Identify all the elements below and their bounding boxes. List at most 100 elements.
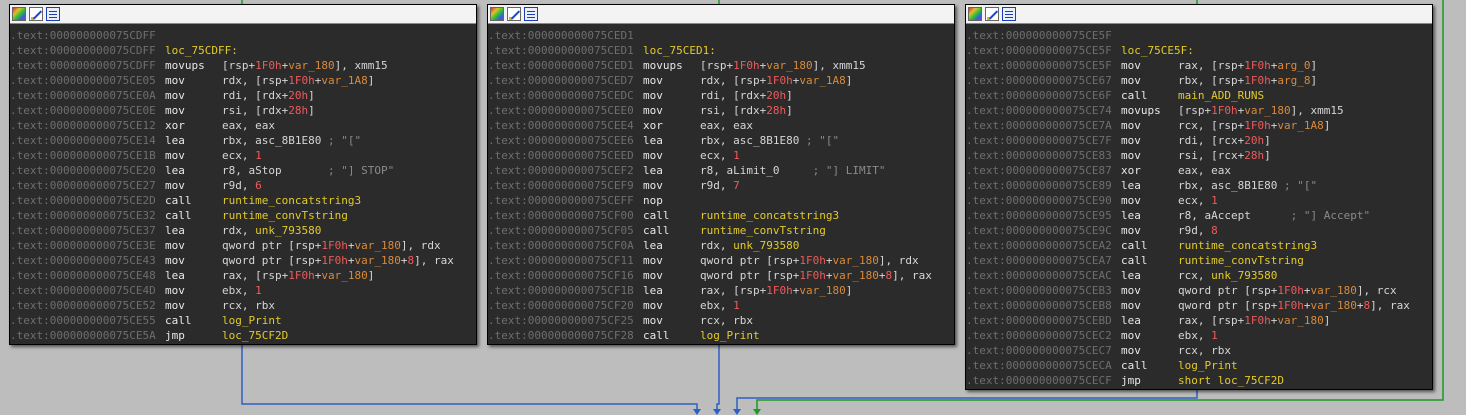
- operand-token[interactable]: var_180: [354, 239, 400, 252]
- code-line[interactable]: .text:000000000075CEF9 mov r9d, 7: [488, 178, 954, 193]
- code-line[interactable]: .text:000000000075CEC7 mov rcx, rbx: [966, 343, 1432, 358]
- operand-token[interactable]: var_1A8: [1277, 119, 1323, 132]
- code-line[interactable]: .text:000000000075CED1: [488, 28, 954, 43]
- code-line[interactable]: .text:000000000075CE32 call runtime_convTs…: [10, 208, 476, 223]
- operand-token[interactable]: var_180: [1310, 284, 1356, 297]
- code-line[interactable]: .text:000000000075CE89 lea rbx, asc_8B1E80…: [966, 178, 1432, 193]
- code-line[interactable]: .text:000000000075CF05 call runtime_convTs…: [488, 223, 954, 238]
- code-line[interactable]: .text:000000000075CE67 mov rbx, [rsp+1F0h+…: [966, 73, 1432, 88]
- code-line[interactable]: .text:000000000075CF16 mov qword ptr [rsp+…: [488, 268, 954, 283]
- code-line[interactable]: .text:000000000075CDFF: [10, 28, 476, 43]
- color-palette-icon[interactable]: [968, 7, 982, 21]
- color-palette-icon[interactable]: [490, 7, 504, 21]
- code-line[interactable]: .text:000000000075CED1 movups [rsp+1F0h+va…: [488, 58, 954, 73]
- code-line[interactable]: .text:000000000075CE12 xor eax, eax: [10, 118, 476, 133]
- code-line[interactable]: .text:000000000075CEB8 mov qword ptr [rsp+…: [966, 298, 1432, 313]
- location-label[interactable]: loc_75CE5F:: [1121, 44, 1194, 57]
- code-line[interactable]: .text:000000000075CEDC mov rdi, [rdx+20h]: [488, 88, 954, 103]
- symbol-reference[interactable]: loc_75CF2D: [222, 329, 288, 342]
- code-line[interactable]: .text:000000000075CECA call log_Print: [966, 358, 1432, 373]
- code-line[interactable]: .text:000000000075CEE0 mov rsi, [rdx+28h]: [488, 103, 954, 118]
- operand-token[interactable]: var_180: [832, 269, 878, 282]
- code-line[interactable]: .text:000000000075CE5A jmp loc_75CF2D: [10, 328, 476, 343]
- operand-token[interactable]: var_180: [1310, 299, 1356, 312]
- symbol-reference[interactable]: runtime_concatstring3: [222, 194, 361, 207]
- symbol-reference[interactable]: runtime_convTstring: [700, 224, 826, 237]
- symbol-reference[interactable]: runtime_convTstring: [1178, 254, 1304, 267]
- code-line[interactable]: .text:000000000075CE1B mov ecx, 1: [10, 148, 476, 163]
- symbol-reference[interactable]: unk_793580: [1211, 269, 1277, 282]
- operand-token[interactable]: var_180: [288, 59, 334, 72]
- code-line[interactable]: .text:000000000075CF28 call log_Print: [488, 328, 954, 343]
- code-line[interactable]: .text:000000000075CE74 movups [rsp+1F0h+va…: [966, 103, 1432, 118]
- code-line[interactable]: .text:000000000075CE14 lea rbx, asc_8B1E80…: [10, 133, 476, 148]
- code-line[interactable]: .text:000000000075CE3E mov qword ptr [rsp+…: [10, 238, 476, 253]
- code-line[interactable]: .text:000000000075CE95 lea r8, aAccept ; "…: [966, 208, 1432, 223]
- code-line[interactable]: .text:000000000075CE37 lea rdx, unk_793580: [10, 223, 476, 238]
- operand-token[interactable]: var_180: [354, 254, 400, 267]
- edit-pencil-icon[interactable]: [985, 7, 999, 21]
- code-line[interactable]: .text:000000000075CE6F call main_ADD_RUNS: [966, 88, 1432, 103]
- code-line[interactable]: .text:000000000075CE48 lea rax, [rsp+1F0h+…: [10, 268, 476, 283]
- symbol-reference[interactable]: unk_793580: [733, 239, 799, 252]
- code-line[interactable]: .text:000000000075CEBD lea rax, [rsp+1F0h+…: [966, 313, 1432, 328]
- operand-token[interactable]: var_180: [799, 284, 845, 297]
- code-line[interactable]: .text:000000000075CF25 mov rcx, rbx: [488, 313, 954, 328]
- code-line[interactable]: .text:000000000075CEE4 xor eax, eax: [488, 118, 954, 133]
- code-line[interactable]: .text:000000000075CDFF movups [rsp+1F0h+va…: [10, 58, 476, 73]
- code-line[interactable]: .text:000000000075CE7F mov rdi, [rcx+20h]: [966, 133, 1432, 148]
- operand-token[interactable]: var_180: [766, 59, 812, 72]
- code-line[interactable]: .text:000000000075CE83 mov rsi, [rcx+28h]: [966, 148, 1432, 163]
- code-label-line[interactable]: .text:000000000075CDFF loc_75CDFF:: [10, 43, 476, 58]
- graph-view-icon[interactable]: [524, 7, 538, 21]
- code-line[interactable]: .text:000000000075CEE6 lea rbx, asc_8B1E80…: [488, 133, 954, 148]
- operand-token[interactable]: var_180: [321, 269, 367, 282]
- code-line[interactable]: .text:000000000075CEF2 lea r8, aLimit_0 ; …: [488, 163, 954, 178]
- operand-token[interactable]: arg_0: [1277, 59, 1310, 72]
- code-line[interactable]: .text:000000000075CE87 xor eax, eax: [966, 163, 1432, 178]
- code-line[interactable]: .text:000000000075CE43 mov qword ptr [rsp+…: [10, 253, 476, 268]
- code-line[interactable]: .text:000000000075CEED mov ecx, 1: [488, 148, 954, 163]
- color-palette-icon[interactable]: [12, 7, 26, 21]
- code-block-loc-75CED1[interactable]: .text:000000000075CED1 .text:000000000075…: [487, 4, 955, 345]
- edit-pencil-icon[interactable]: [507, 7, 521, 21]
- code-line[interactable]: .text:000000000075CEA2 call runtime_concat…: [966, 238, 1432, 253]
- code-label-line[interactable]: .text:000000000075CE5F loc_75CE5F:: [966, 43, 1432, 58]
- graph-view-icon[interactable]: [46, 7, 60, 21]
- location-label[interactable]: loc_75CED1:: [643, 44, 716, 57]
- code-line[interactable]: .text:000000000075CE20 lea r8, aStop ; "] …: [10, 163, 476, 178]
- symbol-reference[interactable]: log_Print: [700, 329, 760, 342]
- code-block-loc-75CDFF[interactable]: .text:000000000075CDFF .text:000000000075…: [9, 4, 477, 345]
- symbol-reference[interactable]: runtime_concatstring3: [1178, 239, 1317, 252]
- code-line[interactable]: .text:000000000075CEAC lea rcx, unk_793580: [966, 268, 1432, 283]
- code-line[interactable]: .text:000000000075CEA7 call runtime_convTs…: [966, 253, 1432, 268]
- code-block-loc-75CE5F[interactable]: .text:000000000075CE5F .text:000000000075…: [965, 4, 1433, 390]
- code-label-line[interactable]: .text:000000000075CED1 loc_75CED1:: [488, 43, 954, 58]
- code-line[interactable]: .text:000000000075CF1B lea rax, [rsp+1F0h+…: [488, 283, 954, 298]
- code-line[interactable]: .text:000000000075CE5F mov rax, [rsp+1F0h+…: [966, 58, 1432, 73]
- symbol-reference[interactable]: main_ADD_RUNS: [1178, 89, 1264, 102]
- symbol-reference[interactable]: log_Print: [222, 314, 282, 327]
- code-line[interactable]: .text:000000000075CED7 mov rdx, [rsp+1F0h+…: [488, 73, 954, 88]
- symbol-reference[interactable]: runtime_concatstring3: [700, 209, 839, 222]
- code-line[interactable]: .text:000000000075CE2D call runtime_concat…: [10, 193, 476, 208]
- code-line[interactable]: .text:000000000075CE52 mov rcx, rbx: [10, 298, 476, 313]
- operand-token[interactable]: var_180: [832, 254, 878, 267]
- code-line[interactable]: .text:000000000075CE4D mov ebx, 1: [10, 283, 476, 298]
- code-line[interactable]: .text:000000000075CF0A lea rdx, unk_793580: [488, 238, 954, 253]
- location-label[interactable]: loc_75CDFF:: [165, 44, 238, 57]
- code-line[interactable]: .text:000000000075CF00 call runtime_concat…: [488, 208, 954, 223]
- symbol-reference[interactable]: log_Print: [1178, 359, 1238, 372]
- operand-token[interactable]: var_180: [1244, 104, 1290, 117]
- code-line[interactable]: .text:000000000075CE5F: [966, 28, 1432, 43]
- symbol-reference[interactable]: short loc_75CF2D: [1178, 374, 1284, 387]
- code-line[interactable]: .text:000000000075CEFF nop: [488, 193, 954, 208]
- code-line[interactable]: .text:000000000075CECF jmp short loc_75CF2…: [966, 373, 1432, 388]
- code-line[interactable]: .text:000000000075CEC2 mov ebx, 1: [966, 328, 1432, 343]
- code-line[interactable]: .text:000000000075CE05 mov rdx, [rsp+1F0h+…: [10, 73, 476, 88]
- code-line[interactable]: .text:000000000075CF11 mov qword ptr [rsp+…: [488, 253, 954, 268]
- edit-pencil-icon[interactable]: [29, 7, 43, 21]
- code-line[interactable]: .text:000000000075CE90 mov ecx, 1: [966, 193, 1432, 208]
- symbol-reference[interactable]: runtime_convTstring: [222, 209, 348, 222]
- code-line[interactable]: .text:000000000075CE55 call log_Print: [10, 313, 476, 328]
